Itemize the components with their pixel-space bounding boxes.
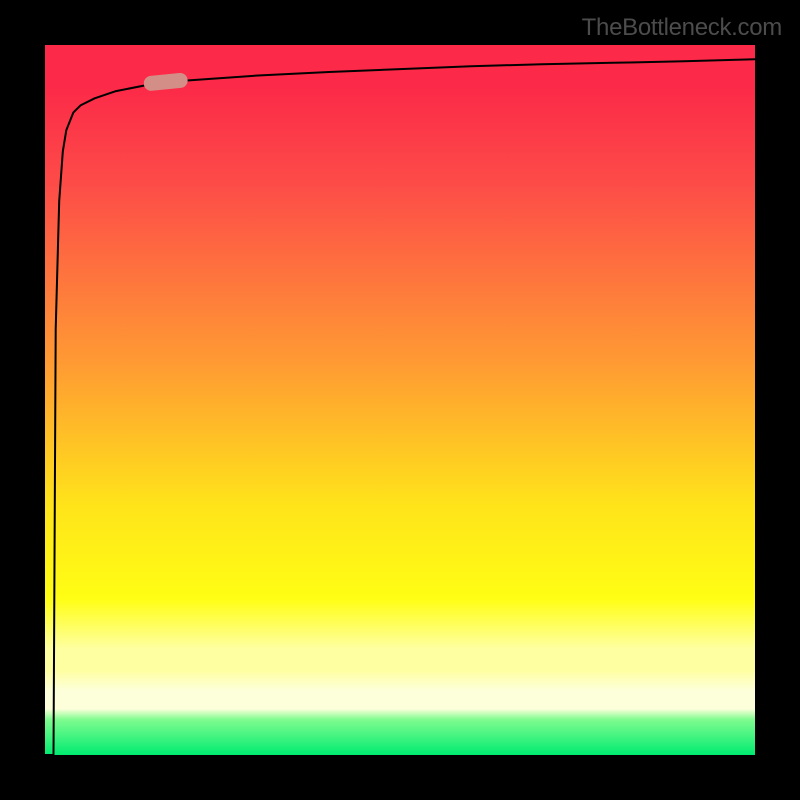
plot-area — [45, 45, 755, 755]
marker-pill — [143, 72, 188, 91]
curve-marker — [143, 72, 188, 91]
watermark-label: TheBottleneck.com — [582, 14, 782, 42]
curve-layer — [45, 45, 755, 755]
bottleneck-curve — [45, 59, 755, 755]
chart-container: TheBottleneck.com — [0, 0, 800, 800]
